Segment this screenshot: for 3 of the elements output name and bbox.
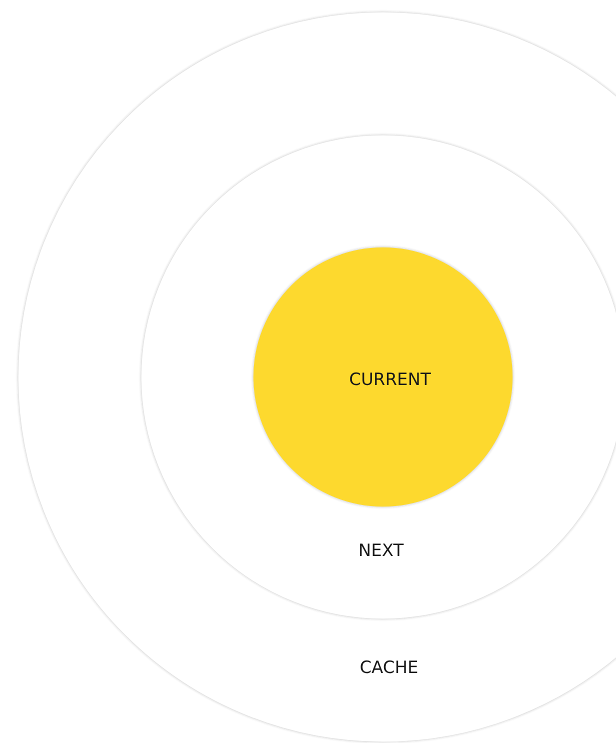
ring-label: NEXT [358,541,404,561]
ring-label: CURRENT [349,370,431,390]
ring-label: CACHE [360,658,418,678]
